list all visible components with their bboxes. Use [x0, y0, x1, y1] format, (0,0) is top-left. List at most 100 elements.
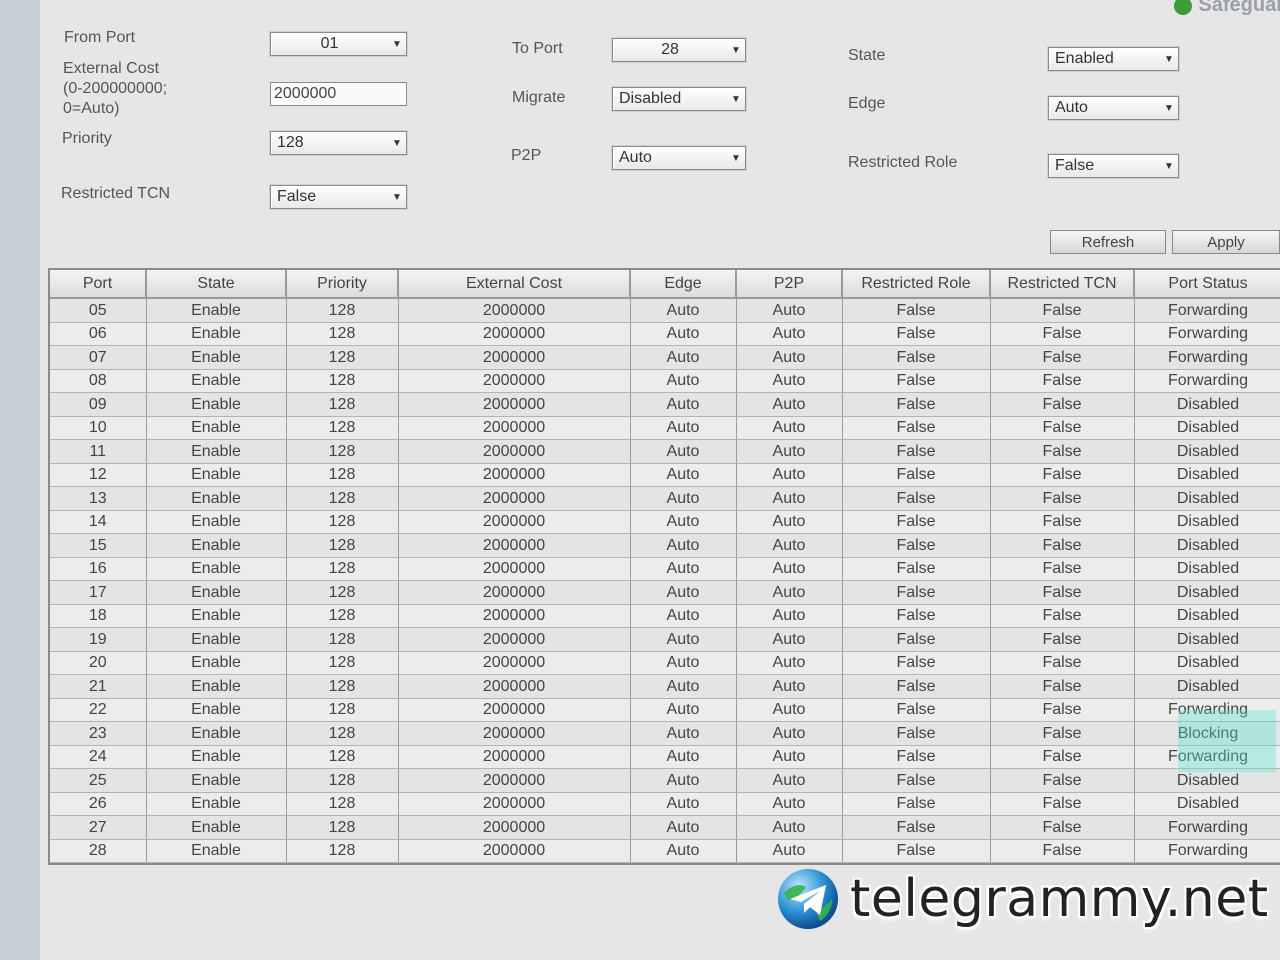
cell-restricted-tcn: False: [990, 557, 1135, 581]
restricted-tcn-label: Restricted TCN: [61, 185, 171, 202]
cell-state: Enable: [146, 557, 287, 581]
table-row[interactable]: 08 Enable 128 2000000 Auto Auto False False Forw…: [50, 369, 1280, 393]
migrate-label: Migrate: [512, 89, 566, 106]
cell-p2p: Auto: [736, 815, 843, 840]
cell-state: Enable: [146, 627, 287, 652]
cell-external-cost: 2000000: [398, 533, 631, 558]
col-header-p2p[interactable]: P2P: [736, 270, 843, 299]
col-header-restricted-role[interactable]: Restricted Role: [842, 270, 991, 299]
cell-edge: Auto: [630, 463, 737, 487]
restricted-role-select[interactable]: False ▼: [1048, 154, 1179, 178]
cell-restricted-tcn: False: [990, 298, 1135, 323]
cell-restricted-role: False: [842, 298, 991, 323]
cell-priority: 128: [286, 698, 399, 722]
cell-port: 18: [50, 604, 147, 628]
state-select[interactable]: Enabled ▼: [1048, 47, 1179, 71]
cell-port: 16: [50, 557, 147, 581]
cell-external-cost: 2000000: [398, 510, 631, 534]
col-header-priority[interactable]: Priority: [286, 270, 399, 299]
col-header-port-status[interactable]: Port Status: [1134, 270, 1280, 299]
table-row[interactable]: 07 Enable 128 2000000 Auto Auto False False Forw…: [50, 345, 1280, 370]
table-row[interactable]: 11 Enable 128 2000000 Auto Auto False False Disa…: [50, 439, 1280, 464]
watermark-text: telegrammy.net: [850, 869, 1269, 929]
table-row[interactable]: 15 Enable 128 2000000 Auto Auto False False Disa…: [50, 533, 1280, 558]
cell-edge: Auto: [630, 674, 737, 699]
refresh-button[interactable]: Refresh: [1050, 230, 1166, 254]
chevron-down-icon: ▼: [1164, 53, 1174, 65]
table-row[interactable]: 14 Enable 128 2000000 Auto Auto False False Disa…: [50, 510, 1280, 534]
cell-state: Enable: [146, 510, 287, 534]
col-header-port[interactable]: Port: [50, 270, 147, 299]
cell-restricted-role: False: [842, 651, 991, 675]
col-header-state[interactable]: State: [146, 270, 287, 299]
cell-port: 05: [50, 298, 147, 323]
cell-restricted-tcn: False: [990, 510, 1135, 534]
cell-restricted-tcn: False: [990, 322, 1135, 346]
cell-restricted-role: False: [842, 721, 991, 746]
col-header-external-cost[interactable]: External Cost: [398, 270, 631, 299]
table-row[interactable]: 25 Enable 128 2000000 Auto Auto False False Disa…: [50, 768, 1280, 793]
cell-priority: 128: [286, 439, 399, 464]
cell-port-status: Disabled: [1134, 792, 1280, 816]
cell-restricted-role: False: [842, 557, 991, 581]
table-row[interactable]: 20 Enable 128 2000000 Auto Auto False False Disa…: [50, 651, 1280, 675]
cell-external-cost: 2000000: [398, 604, 631, 628]
cell-priority: 128: [286, 486, 399, 511]
cell-port: 19: [50, 627, 147, 652]
apply-button[interactable]: Apply: [1172, 230, 1280, 254]
table-row[interactable]: 27 Enable 128 2000000 Auto Auto False False Forw…: [50, 815, 1280, 840]
table-row[interactable]: 12 Enable 128 2000000 Auto Auto False False Disa…: [50, 463, 1280, 487]
cell-p2p: Auto: [736, 463, 843, 487]
table-row[interactable]: 05 Enable 128 2000000 Auto Auto False False Forw…: [50, 298, 1280, 323]
from-port-select[interactable]: 01 ▼: [270, 32, 407, 56]
priority-select[interactable]: 128 ▼: [270, 131, 407, 155]
table-row[interactable]: 10 Enable 128 2000000 Auto Auto False False Disa…: [50, 416, 1280, 440]
col-header-edge[interactable]: Edge: [630, 270, 737, 299]
cell-edge: Auto: [630, 768, 737, 793]
cell-port-status: Forwarding: [1134, 369, 1280, 393]
external-cost-label-line3: 0=Auto): [63, 100, 120, 117]
table-row[interactable]: 28 Enable 128 2000000 Auto Auto False False Forw…: [50, 839, 1280, 863]
table-row[interactable]: 06 Enable 128 2000000 Auto Auto False False Forw…: [50, 322, 1280, 346]
table-row[interactable]: 09 Enable 128 2000000 Auto Auto False False Disa…: [50, 392, 1280, 417]
table-row[interactable]: 24 Enable 128 2000000 Auto Auto False False Forw…: [50, 745, 1280, 769]
cell-external-cost: 2000000: [398, 674, 631, 699]
p2p-select[interactable]: Auto ▼: [612, 146, 746, 170]
table-row[interactable]: 18 Enable 128 2000000 Auto Auto False False Disa…: [50, 604, 1280, 628]
external-cost-input[interactable]: 2000000: [270, 82, 407, 106]
cell-state: Enable: [146, 369, 287, 393]
cell-state: Enable: [146, 463, 287, 487]
cell-restricted-role: False: [842, 604, 991, 628]
table-row[interactable]: 19 Enable 128 2000000 Auto Auto False False Disa…: [50, 627, 1280, 652]
cell-priority: 128: [286, 557, 399, 581]
table-row[interactable]: 22 Enable 128 2000000 Auto Auto False False Forw…: [50, 698, 1280, 722]
cell-port-status: Disabled: [1134, 439, 1280, 464]
cell-edge: Auto: [630, 439, 737, 464]
table-row[interactable]: 17 Enable 128 2000000 Auto Auto False False Disa…: [50, 580, 1280, 605]
cell-edge: Auto: [630, 604, 737, 628]
to-port-label: To Port: [512, 40, 563, 57]
cell-restricted-role: False: [842, 815, 991, 840]
cell-p2p: Auto: [736, 698, 843, 722]
restricted-tcn-select[interactable]: False ▼: [270, 185, 407, 209]
cell-p2p: Auto: [736, 439, 843, 464]
table-row[interactable]: 21 Enable 128 2000000 Auto Auto False False Disa…: [50, 674, 1280, 699]
cell-p2p: Auto: [736, 322, 843, 346]
table-row[interactable]: 23 Enable 128 2000000 Auto Auto False False Bloc…: [50, 721, 1280, 746]
table-row[interactable]: 26 Enable 128 2000000 Auto Auto False False Disa…: [50, 792, 1280, 816]
cell-port: 24: [50, 745, 147, 769]
cell-edge: Auto: [630, 369, 737, 393]
table-row[interactable]: 16 Enable 128 2000000 Auto Auto False False Disa…: [50, 557, 1280, 581]
table-row[interactable]: 13 Enable 128 2000000 Auto Auto False False Disa…: [50, 486, 1280, 511]
edge-select[interactable]: Auto ▼: [1048, 96, 1179, 120]
migrate-select[interactable]: Disabled ▼: [612, 87, 746, 111]
col-header-restricted-tcn[interactable]: Restricted TCN: [990, 270, 1135, 299]
cell-restricted-role: False: [842, 580, 991, 605]
cell-port-status: Disabled: [1134, 392, 1280, 417]
cell-state: Enable: [146, 651, 287, 675]
cell-port-status: Forwarding: [1134, 698, 1280, 722]
cell-edge: Auto: [630, 510, 737, 534]
cell-priority: 128: [286, 674, 399, 699]
to-port-select[interactable]: 28 ▼: [612, 38, 746, 62]
cell-state: Enable: [146, 416, 287, 440]
